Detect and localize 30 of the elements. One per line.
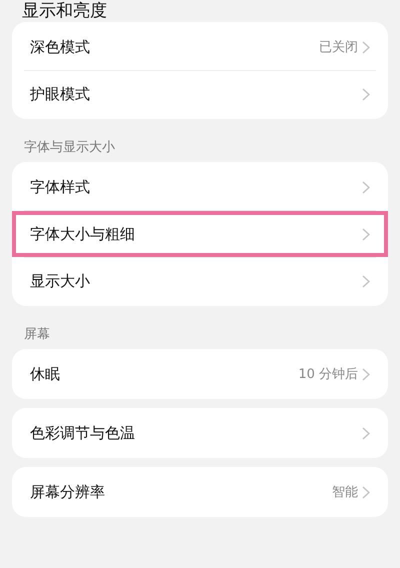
chevron-right-icon	[362, 274, 370, 288]
section-header: 字体与显示大小	[24, 140, 115, 155]
setting-label: 深色模式	[30, 38, 91, 56]
setting-label: 色彩调节与色温	[30, 424, 136, 442]
setting-label: 显示大小	[30, 272, 91, 290]
chevron-right-icon	[362, 486, 370, 498]
settings-row[interactable]: 字体大小与粗细	[12, 211, 388, 257]
chevron-right-icon	[362, 426, 370, 440]
page-title: 显示和亮度	[21, 0, 108, 22]
chevron-right-icon	[362, 180, 370, 194]
settings-row[interactable]: 色彩调节与色温	[12, 410, 388, 456]
settings-row[interactable]: 屏幕分辨率 智能	[12, 469, 388, 515]
settings-row[interactable]: 字体样式	[12, 164, 388, 210]
setting-value: 已关闭	[319, 39, 358, 56]
settings-row[interactable]: 深色模式 已关闭	[12, 24, 388, 70]
chevron-right-icon	[362, 368, 370, 380]
setting-label: 字体大小与粗细	[30, 224, 136, 244]
settings-row[interactable]: 显示大小	[12, 258, 388, 304]
setting-label: 字体样式	[30, 178, 91, 196]
setting-label: 休眠	[30, 364, 61, 384]
setting-label: 屏幕分辨率	[30, 482, 106, 502]
setting-label: 护眼模式	[30, 84, 91, 104]
section-header: 屏幕	[24, 327, 50, 342]
chevron-right-icon	[362, 40, 370, 54]
settings-row[interactable]: 休眠 10 分钟后	[12, 351, 388, 397]
settings-row[interactable]: 护眼模式	[12, 71, 388, 117]
chevron-right-icon	[362, 88, 370, 100]
setting-value: 10 分钟后	[298, 366, 358, 383]
setting-value: 智能	[332, 484, 358, 501]
chevron-right-icon	[362, 228, 370, 240]
